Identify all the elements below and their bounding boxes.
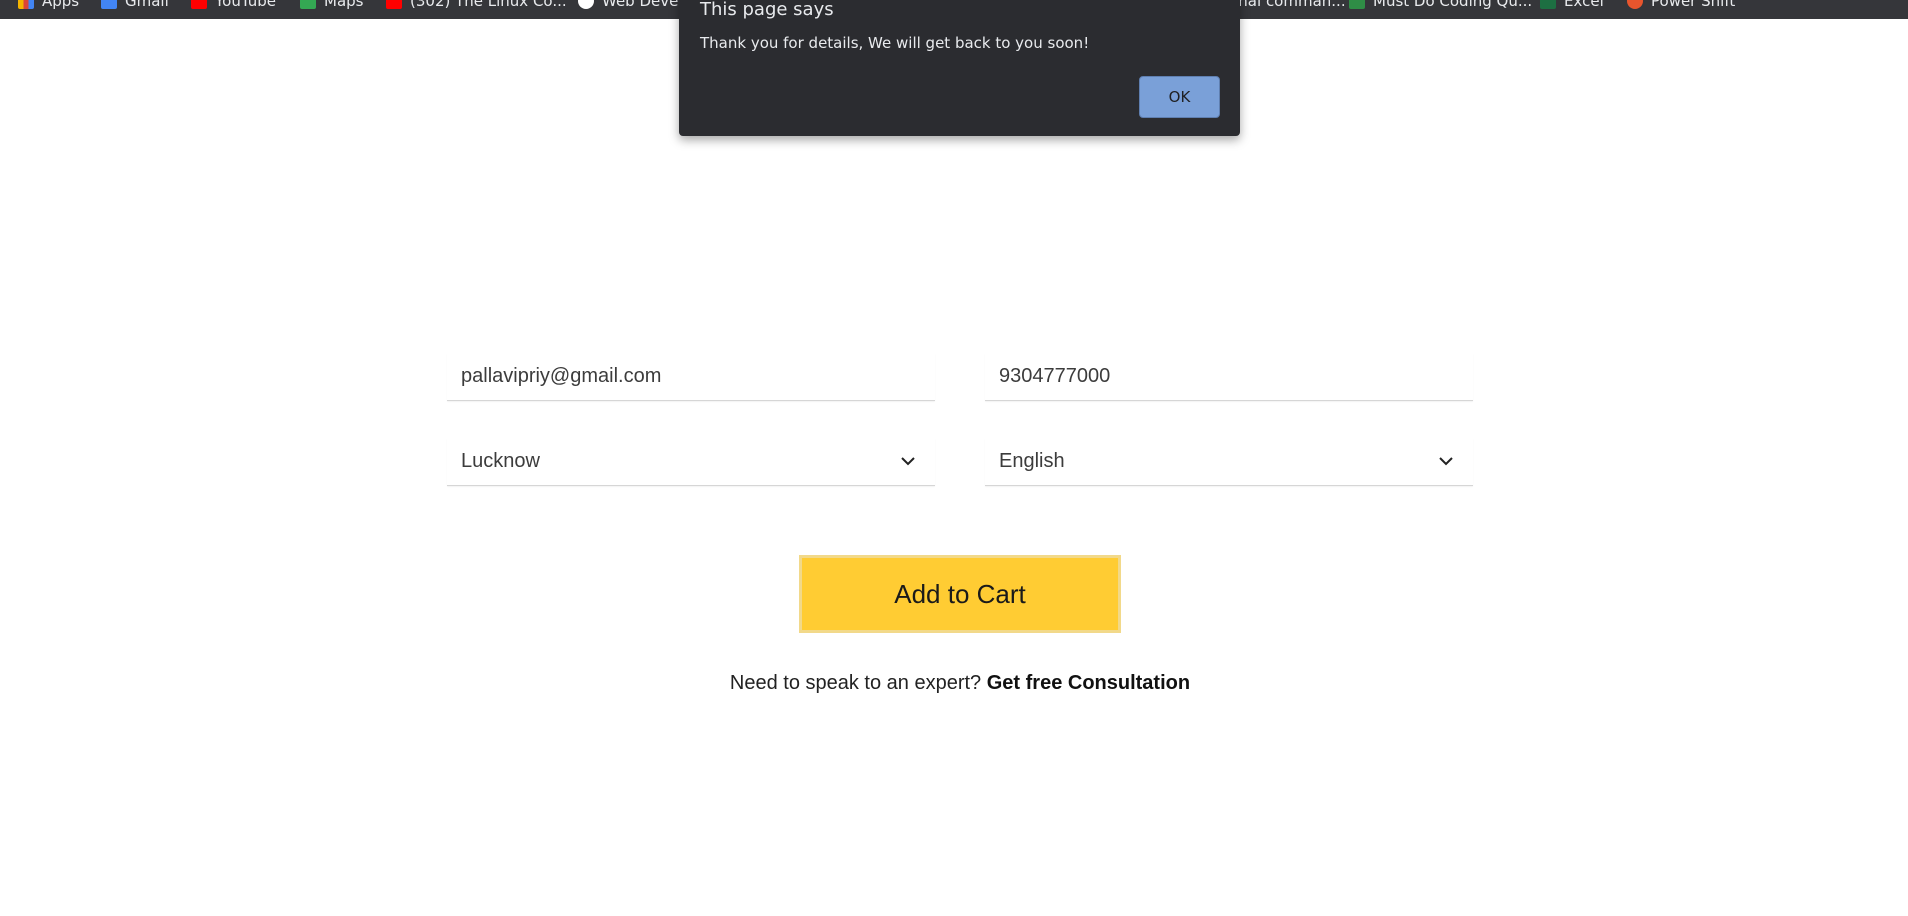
bookmark-label: Power Shift xyxy=(1651,0,1736,10)
ok-button[interactable]: OK xyxy=(1139,76,1220,118)
dialog-message: Thank you for details, We will get back … xyxy=(700,34,1090,52)
bookmark-gmail[interactable]: Gmail xyxy=(101,0,169,11)
phone-field[interactable] xyxy=(985,353,1473,401)
youtube-icon xyxy=(386,0,402,9)
bookmark-label: Excel xyxy=(1564,0,1604,10)
chevron-down-icon xyxy=(1439,457,1453,466)
language-select[interactable]: English xyxy=(985,438,1473,486)
bookmark-label: YouTube xyxy=(215,0,276,10)
bookmark-commands[interactable]: ...nal comman... xyxy=(1224,0,1346,11)
alert-dialog: This page says Thank you for details, We… xyxy=(679,0,1240,136)
city-select-value: Lucknow xyxy=(461,450,540,472)
add-to-cart-button[interactable]: Add to Cart xyxy=(799,555,1121,633)
bookmark-excel[interactable]: Excel xyxy=(1540,0,1604,11)
language-select-value: English xyxy=(999,450,1065,472)
excel-icon xyxy=(1540,0,1556,9)
free-consultation-link[interactable]: Get free Consultation xyxy=(987,672,1190,694)
gmail-icon xyxy=(101,0,117,9)
bookmark-linux[interactable]: (302) The Linux Co... xyxy=(386,0,567,11)
apps-grid-icon xyxy=(18,0,34,9)
bookmark-apps[interactable]: Apps xyxy=(18,0,79,11)
bookmark-label: Apps xyxy=(42,0,80,10)
email-input[interactable] xyxy=(461,353,901,399)
consultation-line: Need to speak to an expert? Get free Con… xyxy=(0,672,1908,695)
dialog-title: This page says xyxy=(700,0,834,20)
youtube-icon xyxy=(191,0,207,9)
bookmark-label: Gmail xyxy=(125,0,169,10)
powershift-icon xyxy=(1627,0,1643,9)
bookmark-label: Maps xyxy=(324,0,364,10)
phone-input[interactable] xyxy=(999,353,1439,399)
bookmark-label: (302) The Linux Co... xyxy=(410,0,567,10)
gfg-icon xyxy=(1349,0,1365,9)
globe-icon xyxy=(578,0,594,9)
bookmark-label: ...nal comman... xyxy=(1224,0,1346,10)
email-field[interactable] xyxy=(447,353,935,401)
maps-icon xyxy=(300,0,316,9)
bookmark-youtube[interactable]: YouTube xyxy=(191,0,276,11)
bookmark-coding[interactable]: Must Do Coding Qu... xyxy=(1349,0,1532,11)
bookmark-powershift[interactable]: Power Shift xyxy=(1627,0,1735,11)
bookmark-label: Must Do Coding Qu... xyxy=(1373,0,1533,10)
bookmark-maps[interactable]: Maps xyxy=(300,0,363,11)
city-select[interactable]: Lucknow xyxy=(447,438,935,486)
consultation-prompt: Need to speak to an expert? xyxy=(729,672,982,694)
chevron-down-icon xyxy=(901,457,915,466)
